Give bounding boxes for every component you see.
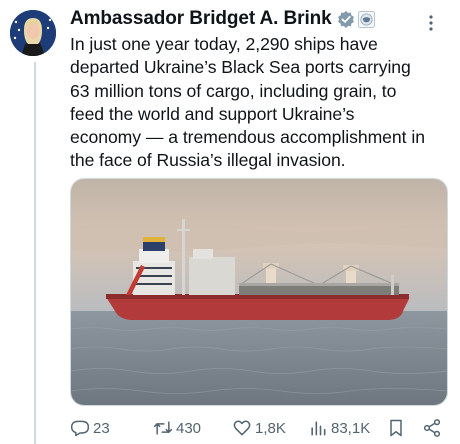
bookmark-icon <box>390 419 402 437</box>
reply-count: 23 <box>93 419 110 437</box>
reply-button[interactable]: 23 <box>70 416 110 440</box>
views-icon <box>311 421 326 436</box>
share-button[interactable] <box>422 416 445 440</box>
verified-badge-icon[interactable] <box>337 10 355 28</box>
view-count: 83,1K <box>331 419 371 437</box>
tweet-text: In just one year today, 2,290 ships have… <box>70 34 425 171</box>
views-button[interactable]: 83,1K <box>308 416 370 440</box>
repost-icon <box>153 421 173 435</box>
share-icon <box>423 419 441 437</box>
action-bar: 23 430 1,8K 83,1K <box>70 416 450 440</box>
repost-button[interactable]: 430 <box>153 416 201 440</box>
more-options-icon[interactable] <box>422 11 440 35</box>
like-button[interactable]: 1,8K <box>232 416 286 440</box>
author-name[interactable]: Ambassador Bridget A. Brink <box>70 8 332 30</box>
bookmark-button[interactable] <box>386 416 409 440</box>
thread-line <box>34 62 36 444</box>
heart-icon <box>233 420 251 436</box>
reply-icon <box>70 420 90 437</box>
tweet-photo[interactable] <box>70 178 448 406</box>
tweet-header: Ambassador Bridget A. Brink <box>70 7 448 31</box>
government-badge-icon <box>357 10 375 28</box>
avatar[interactable] <box>10 10 56 56</box>
like-count: 1,8K <box>255 419 286 437</box>
repost-count: 430 <box>176 419 202 437</box>
